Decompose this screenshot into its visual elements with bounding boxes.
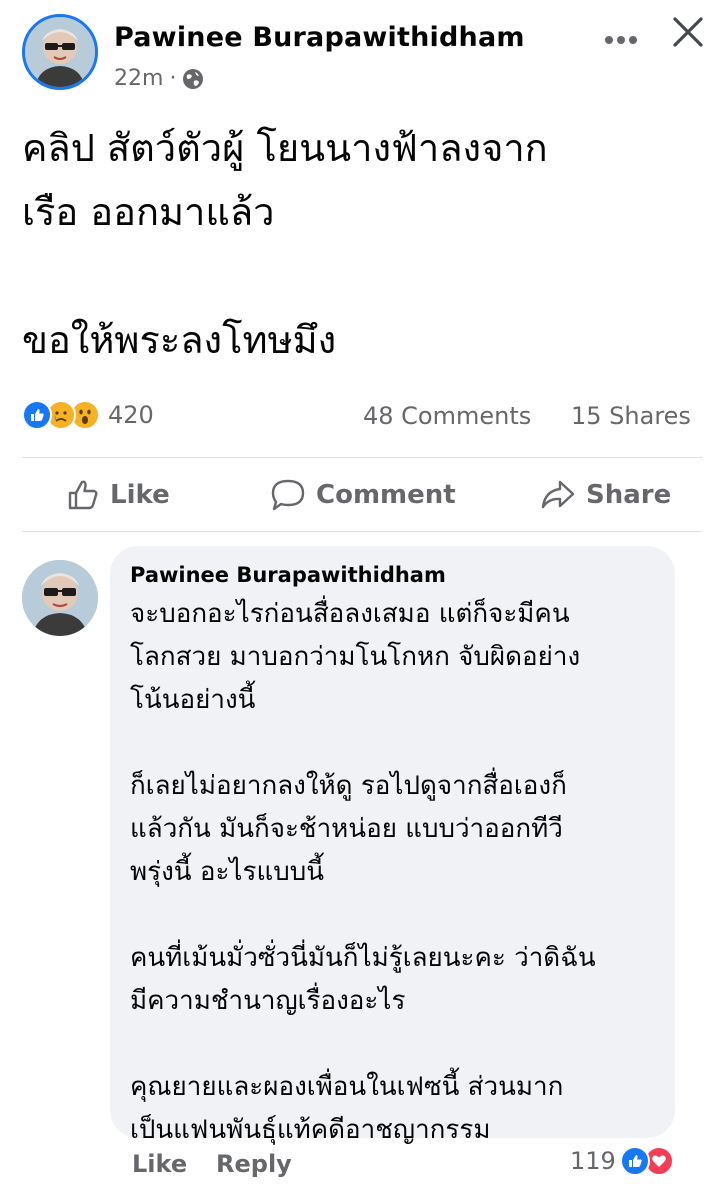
comment-text: จะบอกอะไรก่อนสื่อลงเสมอ แต่ก็จะมีคน โลกส… [130,593,670,1152]
comment-reactions[interactable]: 119 [570,1146,674,1176]
post-meta: 22m · [114,66,204,91]
comment-line: โน้นอย่างนี้ [130,685,256,715]
comment-line: จะบอกอะไรก่อนสื่อลงเสมอ แต่ก็จะมีคน [130,599,570,629]
comment-line: ก็เลยไม่อยากลงให้ดู รอไปดูจากสื่อเองก็ [130,771,567,801]
post-text-line: ขอให้พระลงโทษมึง [22,318,337,362]
thumbs-up-icon [68,480,98,510]
comment-bubble: Pawinee Burapawithidham จะบอกอะไรก่อนสื่… [110,546,675,1145]
avatar-photo [25,17,95,87]
close-icon[interactable] [672,16,704,48]
comment-author-name[interactable]: Pawinee Burapawithidham [130,563,446,587]
comment-reply-button[interactable]: Reply [216,1150,292,1178]
shares-count[interactable]: 15 Shares [571,402,691,430]
post-text-line: คลิป สัตว์ตัวผู้ โยนนางฟ้าลงจาก [22,126,548,170]
meta-separator: · [169,66,177,91]
reactions-summary[interactable]: 420 [22,400,154,430]
globe-icon [183,68,204,89]
like-icon [619,1146,650,1176]
comments-count[interactable]: 48 Comments [363,402,531,430]
comment-label: Comment [316,480,456,510]
divider-top [22,457,702,458]
comment-line: แล้วกัน มันก็จะช้าหน่อย แบบว่าออกทีวี [130,814,563,844]
comment-line: โลกสวย มาบอกว่ามโนโกหก จับผิดอย่าง [130,642,581,672]
commenter-avatar[interactable] [22,560,98,636]
comment-line: คุณยายและผองเพื่อนในเฟซนี้ ส่วนมาก [130,1072,564,1102]
like-button[interactable]: Like [66,478,170,512]
comment-reaction-count: 119 [570,1147,616,1175]
share-button[interactable]: Share [540,478,671,512]
comment-like-button[interactable]: Like [132,1150,187,1178]
commenter-avatar-photo [22,560,98,636]
comment-line: พรุ่งนี้ อะไรแบบนี้ [130,857,324,887]
post-text: คลิป สัตว์ตัวผู้ โยนนางฟ้าลงจาก เรือ ออก… [22,116,712,372]
comment-icon [271,479,305,511]
post-author-name[interactable]: Pawinee Burapawithidham [114,22,525,53]
share-label: Share [586,480,672,510]
comment-line: มีความชำนาญเรื่องอะไร [130,986,406,1016]
comment-line: คนที่เม้นมั่วซั่วนี่มันก็ไม่รู้เลยนะคะ ว… [130,943,596,973]
like-label: Like [110,480,170,510]
author-avatar[interactable] [22,14,98,90]
reaction-count: 420 [108,401,154,429]
post-text-line: เรือ ออกมาแล้ว [22,190,275,234]
post-time[interactable]: 22m [114,66,163,91]
more-options-icon[interactable] [604,30,638,44]
comment-button[interactable]: Comment [270,478,456,512]
like-icon [22,400,52,430]
share-icon [541,480,575,509]
divider-bottom [22,531,702,532]
